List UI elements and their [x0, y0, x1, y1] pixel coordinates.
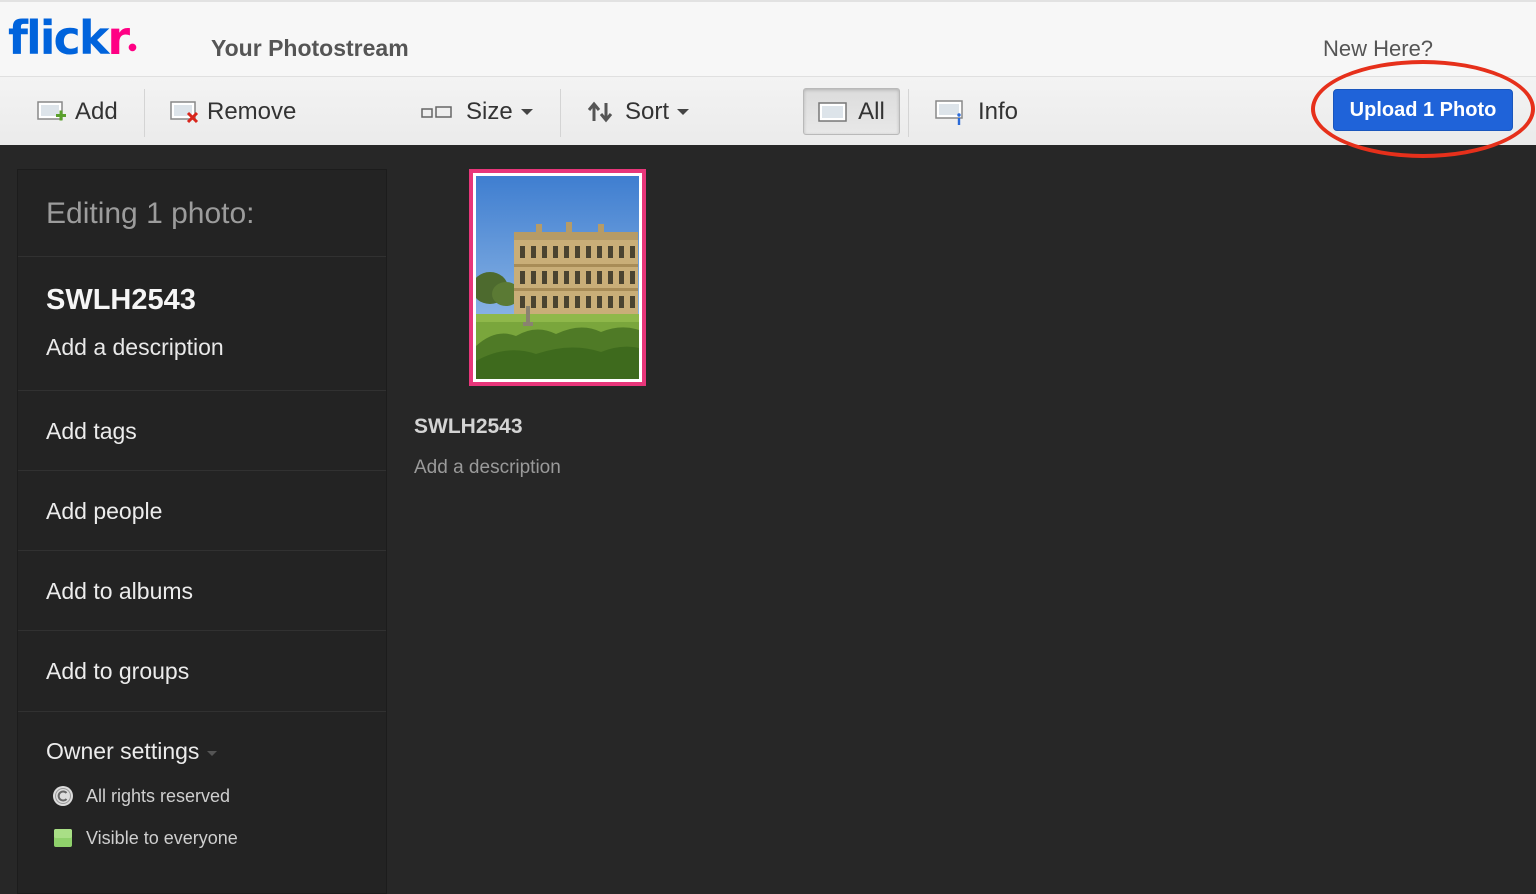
- toolbar: Add Remove Size Sort All Info Upload 1 P…: [0, 76, 1536, 145]
- select-all-icon: [818, 101, 847, 122]
- sidebar-item-add-to-groups[interactable]: Add to groups: [18, 631, 386, 712]
- new-here-link[interactable]: New Here?: [1323, 36, 1433, 62]
- upload-button[interactable]: Upload 1 Photo: [1333, 89, 1513, 131]
- copyright-icon: [53, 786, 73, 806]
- photo-thumbnail[interactable]: [469, 169, 646, 386]
- sort-dropdown[interactable]: Sort: [587, 77, 690, 146]
- remove-label: Remove: [207, 97, 297, 125]
- sort-label: Sort: [625, 97, 670, 125]
- sidebar-heading: Editing 1 photo:: [18, 170, 386, 257]
- toolbar-divider: [560, 89, 561, 137]
- photo-title[interactable]: SWLH2543: [414, 415, 523, 439]
- photo-title-block: SWLH2543 Add a description: [18, 257, 386, 391]
- stately-home-photo: [476, 176, 639, 379]
- add-photo-icon: [37, 100, 66, 120]
- sidebar-item-add-to-albums[interactable]: Add to albums: [18, 551, 386, 631]
- size-dropdown[interactable]: Size: [421, 77, 533, 146]
- license-setting[interactable]: All rights reserved: [46, 785, 386, 807]
- info-label: Info: [978, 97, 1019, 125]
- info-button[interactable]: Info: [935, 77, 1018, 146]
- remove-button[interactable]: Remove: [170, 77, 296, 146]
- add-button[interactable]: Add: [37, 77, 118, 146]
- top-header: flickr● Your Photostream New Here?: [0, 0, 1536, 76]
- toolbar-divider: [144, 89, 145, 137]
- size-label: Size: [466, 97, 513, 125]
- visibility-label: Visible to everyone: [86, 827, 238, 848]
- select-all-button[interactable]: All: [803, 88, 900, 135]
- sidebar-item-add-tags[interactable]: Add tags: [18, 391, 386, 471]
- remove-photo-icon: [170, 100, 199, 123]
- photo-description-field[interactable]: Add a description: [414, 457, 561, 479]
- chevron-down-icon: [207, 751, 218, 756]
- sidebar-photo-title[interactable]: SWLH2543: [46, 257, 386, 317]
- add-label: Add: [75, 97, 118, 125]
- size-icon: [421, 105, 452, 118]
- all-label: All: [858, 97, 885, 125]
- owner-settings-section: Owner settings All rights reserved Visib…: [18, 712, 386, 849]
- visibility-setting[interactable]: Visible to everyone: [46, 827, 386, 849]
- owner-settings-toggle[interactable]: Owner settings: [46, 738, 386, 765]
- chevron-down-icon: [520, 108, 533, 115]
- chevron-down-icon: [677, 108, 690, 115]
- info-icon: [935, 99, 963, 125]
- page-title: Your Photostream: [211, 35, 409, 61]
- sidebar-item-add-people[interactable]: Add people: [18, 471, 386, 551]
- edit-sidebar: Editing 1 photo: SWLH2543 Add a descript…: [17, 169, 387, 894]
- sidebar-description-field[interactable]: Add a description: [46, 334, 386, 361]
- toolbar-divider: [908, 89, 909, 137]
- sort-arrows-icon: [587, 101, 613, 122]
- public-visibility-icon: [54, 829, 72, 847]
- owner-settings-label: Owner settings: [46, 738, 200, 764]
- flickr-logo[interactable]: flickr●: [8, 10, 137, 66]
- license-label: All rights reserved: [86, 785, 231, 806]
